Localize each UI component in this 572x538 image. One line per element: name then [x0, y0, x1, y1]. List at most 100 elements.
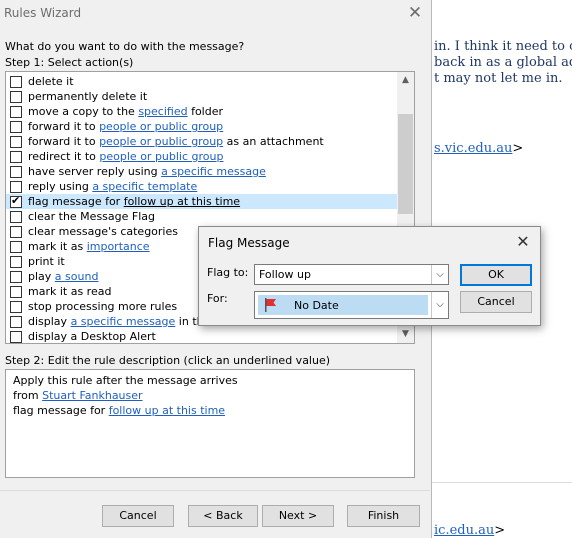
action-value-link[interactable]: a specific message: [71, 315, 176, 328]
sender-link[interactable]: Stuart Fankhauser: [42, 389, 142, 402]
close-icon[interactable]: ✕: [513, 232, 533, 252]
action-row[interactable]: display a Desktop Alert: [6, 329, 398, 343]
action-label: display a specific message in the N: [28, 315, 222, 328]
action-checkbox[interactable]: [10, 120, 22, 133]
action-label: redirect it to people or public group: [28, 150, 223, 163]
email-text-line: back in as a global adm: [434, 55, 572, 70]
action-label: mark it as importance: [28, 240, 150, 253]
action-text: forward it to: [28, 120, 100, 133]
action-value-link[interactable]: people or public group: [99, 120, 223, 133]
action-value-link[interactable]: a specific message: [161, 165, 266, 178]
action-value-link[interactable]: follow up at this time: [124, 195, 240, 208]
action-checkbox[interactable]: [10, 330, 22, 343]
action-label: play a sound: [28, 270, 98, 283]
dialog-title: Flag Message: [208, 236, 290, 250]
action-text: move a copy to the: [28, 105, 139, 118]
action-row[interactable]: redirect it to people or public group: [6, 149, 398, 164]
red-flag-icon: [265, 298, 276, 312]
flag-to-dropdown[interactable]: Follow up ⌵: [254, 264, 449, 285]
action-value-link[interactable]: a sound: [55, 270, 99, 283]
action-checkbox[interactable]: [10, 105, 22, 118]
for-dropdown[interactable]: No Date ⌵: [254, 291, 449, 319]
description-line: from Stuart Fankhauser: [13, 388, 407, 403]
selected-highlight: [258, 295, 428, 315]
question-label: What do you want to do with the message?: [5, 40, 245, 53]
action-row[interactable]: have server reply using a specific messa…: [6, 164, 398, 179]
step1-label: Step 1: Select action(s): [5, 56, 134, 69]
action-checkbox[interactable]: [10, 194, 22, 208]
for-value: No Date: [294, 299, 339, 312]
action-value-link[interactable]: people or public group: [99, 150, 223, 163]
email-domain-link[interactable]: ic.edu.au: [434, 523, 494, 538]
action-row[interactable]: reply using a specific template: [6, 179, 398, 194]
action-text: as an attachment: [223, 135, 324, 148]
action-label: reply using a specific template: [28, 180, 197, 193]
cancel-button[interactable]: Cancel: [102, 505, 174, 527]
action-checkbox[interactable]: [10, 75, 22, 88]
finish-button[interactable]: Finish: [347, 505, 420, 527]
action-value-link[interactable]: a specific template: [92, 180, 197, 193]
email-bracket: >: [512, 141, 524, 156]
action-row[interactable]: move a copy to the specified folder: [6, 104, 398, 119]
next-button[interactable]: Next >: [262, 505, 334, 527]
flag-to-value: Follow up: [259, 268, 311, 281]
back-button[interactable]: < Back: [188, 505, 258, 527]
action-checkbox[interactable]: [10, 240, 22, 253]
action-checkbox[interactable]: [10, 90, 22, 103]
action-label: clear the Message Flag: [28, 210, 155, 223]
ok-button[interactable]: OK: [460, 264, 532, 286]
email-bracket: >: [494, 523, 506, 538]
step2-label: Step 2: Edit the rule description (click…: [5, 354, 331, 367]
action-text: mark it as: [28, 240, 87, 253]
action-label: permanently delete it: [28, 90, 147, 103]
chevron-down-icon[interactable]: ⌵: [431, 265, 448, 284]
action-row[interactable]: clear the Message Flag: [6, 209, 398, 224]
email-address[interactable]: s.vic.edu.au>: [434, 141, 523, 156]
action-row[interactable]: forward it to people or public group as …: [6, 134, 398, 149]
action-row[interactable]: permanently delete it: [6, 89, 398, 104]
action-label: forward it to people or public group: [28, 120, 223, 133]
for-label: For:: [207, 292, 228, 305]
action-checkbox[interactable]: [10, 300, 22, 313]
action-row[interactable]: flag message for follow up at this time: [6, 194, 398, 209]
close-icon[interactable]: ✕: [404, 2, 426, 24]
action-checkbox[interactable]: [10, 255, 22, 268]
scroll-up-arrow-icon[interactable]: ▲: [397, 72, 414, 89]
action-checkbox[interactable]: [10, 150, 22, 163]
action-label: mark it as read: [28, 285, 111, 298]
action-text: clear the Message Flag: [28, 210, 155, 223]
action-value-link[interactable]: people or public group: [99, 135, 223, 148]
email-text-line: in. I think it need to ca: [434, 39, 572, 54]
divider: [432, 482, 572, 483]
action-checkbox[interactable]: [10, 135, 22, 148]
flag-message-dialog: Flag Message ✕ Flag to: Follow up ⌵ For:…: [198, 226, 541, 326]
cancel-button[interactable]: Cancel: [460, 291, 532, 313]
action-checkbox[interactable]: [10, 270, 22, 283]
action-label: forward it to people or public group as …: [28, 135, 324, 148]
follow-up-link[interactable]: follow up at this time: [109, 404, 225, 417]
flag-to-label: Flag to:: [207, 266, 249, 279]
email-address[interactable]: ic.edu.au>: [434, 523, 505, 538]
action-value-link[interactable]: importance: [87, 240, 150, 253]
chevron-down-icon[interactable]: ⌵: [431, 292, 448, 318]
action-checkbox[interactable]: [10, 165, 22, 178]
description-line: flag message for follow up at this time: [13, 403, 407, 418]
action-row[interactable]: forward it to people or public group: [6, 119, 398, 134]
action-value-link[interactable]: specified: [138, 105, 187, 118]
action-checkbox[interactable]: [10, 315, 22, 328]
action-checkbox[interactable]: [10, 225, 22, 238]
action-text: redirect it to: [28, 150, 100, 163]
action-label: clear message's categories: [28, 225, 178, 238]
action-text: flag message for: [28, 195, 124, 208]
email-domain-link[interactable]: s.vic.edu.au: [434, 141, 512, 156]
action-text: stop processing more rules: [28, 300, 178, 313]
action-row[interactable]: delete it: [6, 74, 398, 89]
action-text: permanently delete it: [28, 90, 148, 103]
scroll-thumb[interactable]: [398, 114, 413, 214]
action-checkbox[interactable]: [10, 285, 22, 298]
action-checkbox[interactable]: [10, 210, 22, 223]
action-checkbox[interactable]: [10, 180, 22, 193]
separator: [0, 490, 430, 491]
action-text: clear message's categories: [28, 225, 178, 238]
scroll-down-arrow-icon[interactable]: ▼: [397, 326, 414, 343]
